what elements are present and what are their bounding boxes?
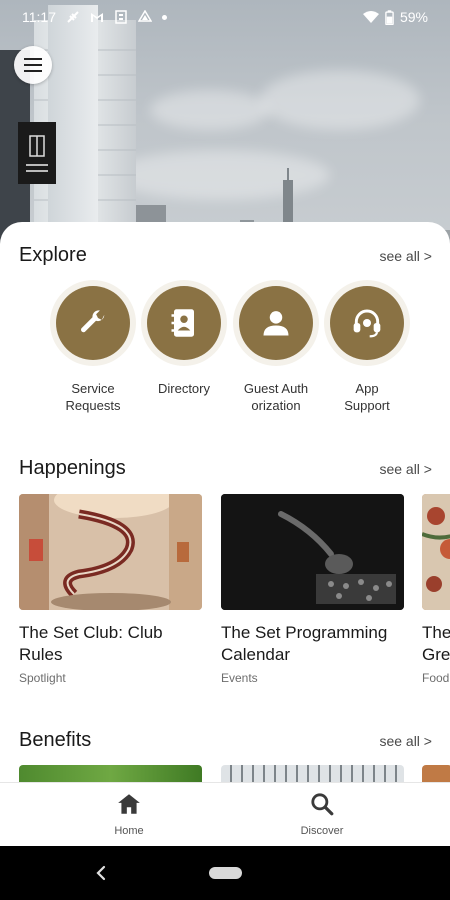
nav-home-label: Home — [114, 825, 144, 837]
explore-title: Explore — [19, 244, 87, 266]
guest-authorization-button[interactable] — [239, 286, 313, 360]
wifi-icon — [362, 11, 379, 23]
drive-icon — [138, 10, 152, 22]
card-title-line1: The — [422, 623, 450, 642]
programming-calendar-image — [221, 494, 404, 610]
nav-home[interactable]: Home — [69, 791, 189, 837]
benefit-card-2[interactable] — [221, 765, 404, 782]
battery-percent: 59% — [399, 9, 428, 25]
happenings-carousel[interactable]: The Set Club: Club Rules Spotlight The S… — [19, 494, 450, 694]
wrench-icon — [81, 310, 105, 333]
card-title-line2: Rules — [19, 645, 63, 664]
explore-row: Service Requests Directory Guest Auth or… — [0, 286, 450, 426]
gmail-icon — [91, 13, 103, 22]
hero-image — [0, 0, 450, 260]
hamburger-icon — [24, 58, 42, 72]
explore-header: Explore see all > — [19, 244, 432, 267]
guest-authorization-label: Guest Auth orization — [243, 381, 309, 413]
contact-book-icon — [171, 309, 194, 337]
directory-button[interactable] — [147, 286, 221, 360]
happenings-see-all-link[interactable]: see all > — [379, 461, 432, 477]
benefit-card-3[interactable] — [422, 765, 450, 782]
search-icon — [311, 793, 334, 816]
app-support-label: App Support — [344, 381, 390, 413]
status-time: 11:17 — [22, 9, 56, 25]
battery-icon — [385, 9, 394, 25]
explore-item-service-requests[interactable]: Service Requests — [46, 286, 140, 414]
explore-see-all-link[interactable]: see all > — [379, 248, 432, 264]
service-requests-button[interactable] — [56, 286, 130, 360]
benefits-see-all-link[interactable]: see all > — [379, 733, 432, 749]
card-title-line1: The Set Programming — [221, 623, 388, 642]
back-chevron-icon[interactable] — [92, 863, 110, 883]
directory-label: Directory — [157, 381, 210, 396]
bottom-nav: Home Discover — [0, 782, 450, 846]
app-support-button[interactable] — [330, 286, 404, 360]
card-category: Events — [221, 671, 258, 685]
card-category: Food — [422, 671, 450, 685]
explore-item-directory[interactable]: Directory — [137, 286, 231, 397]
happening-card-programming-calendar[interactable]: The Set Programming Calendar Events — [221, 494, 404, 685]
benefits-header: Benefits see all > — [19, 729, 432, 752]
headset-icon — [353, 309, 381, 338]
club-rules-image — [19, 494, 202, 610]
happening-card-club-rules[interactable]: The Set Club: Club Rules Spotlight — [19, 494, 202, 685]
happenings-title: Happenings — [19, 457, 126, 479]
benefit-card-1[interactable] — [19, 765, 202, 782]
explore-item-guest-authorization[interactable]: Guest Auth orization — [229, 286, 323, 414]
benefits-title: Benefits — [19, 729, 92, 751]
happenings-header: Happenings see all > — [19, 457, 432, 480]
link-icon — [67, 11, 79, 23]
building-icon — [115, 10, 127, 24]
home-icon — [118, 794, 140, 814]
card-title-line2: Calendar — [221, 645, 290, 664]
content-sheet: Explore see all > Service Requests Direc… — [0, 222, 450, 782]
status-bar: 11:17 59% — [0, 0, 450, 34]
card-category: Spotlight — [19, 671, 66, 685]
nav-discover-label: Discover — [300, 825, 344, 837]
card-title-line1: The Set Club: Club — [19, 623, 163, 642]
service-requests-label: Service Requests — [65, 381, 121, 413]
person-icon — [263, 311, 289, 336]
nav-discover[interactable]: Discover — [262, 791, 382, 837]
notification-dot-icon — [162, 14, 167, 20]
benefits-carousel[interactable] — [19, 765, 450, 782]
partial-card-image — [422, 494, 450, 610]
logo-mark-icon — [29, 135, 45, 157]
brand-logo — [18, 122, 56, 184]
menu-button[interactable] — [14, 46, 52, 84]
home-gesture-pill[interactable] — [209, 867, 242, 879]
happening-card-partial[interactable]: The Gre Food — [422, 494, 450, 685]
card-title-line2: Gre — [422, 645, 450, 664]
system-nav-bar — [0, 846, 450, 900]
explore-item-app-support[interactable]: App Support — [320, 286, 414, 414]
